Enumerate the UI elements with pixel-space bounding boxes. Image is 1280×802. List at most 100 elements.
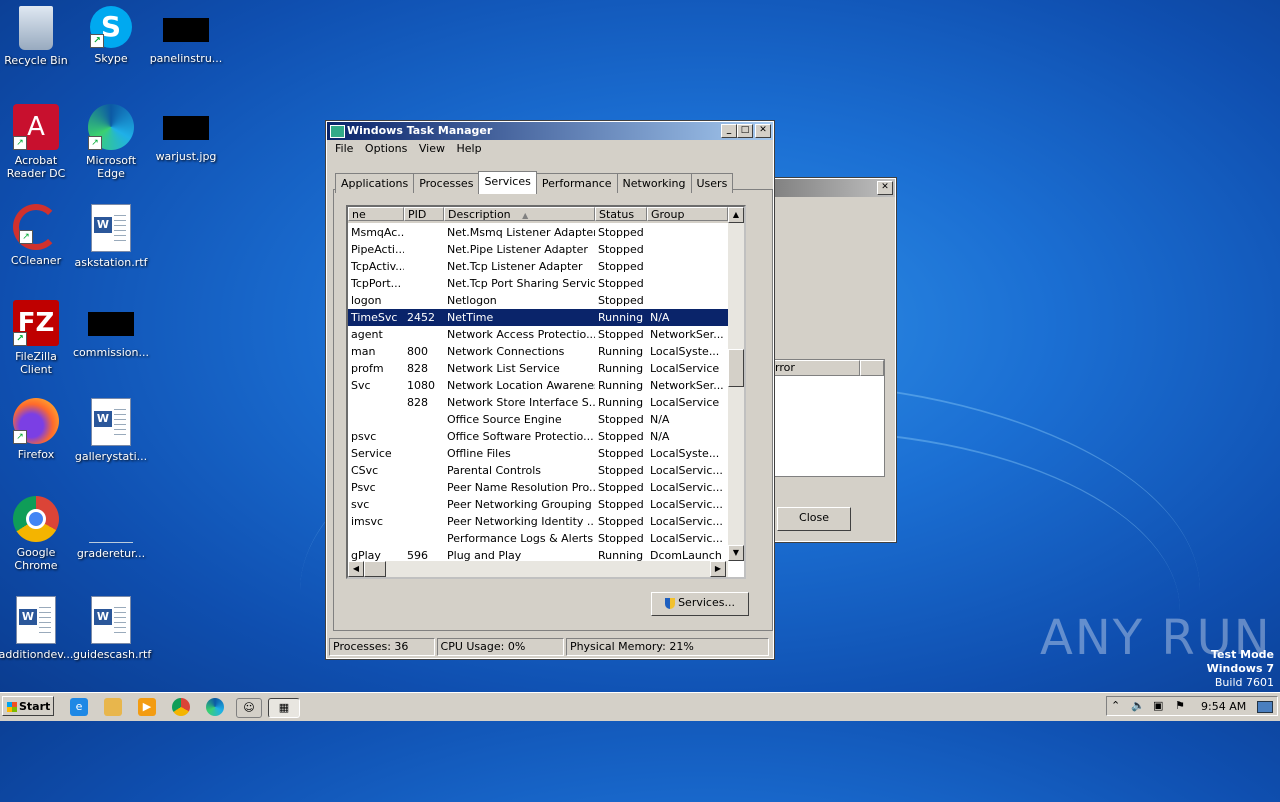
table-row[interactable]: TimeSvc 2452 NetTime Running N/A [348,309,728,326]
menu-view[interactable]: View [419,142,445,155]
table-row[interactable]: PipeActi... Net.Pipe Listener Adapter Stop… [348,241,728,258]
table-row[interactable]: MsmqAc... Net.Msmq Listener Adapter Stoppe… [348,224,728,241]
table-row[interactable]: Office Source Engine Stopped N/A [348,411,728,428]
table-row[interactable]: CSvc Parental Controls Stopped LocalServic.… [348,462,728,479]
scroll-thumb[interactable] [728,349,744,387]
table-row[interactable]: Psvc Peer Name Resolution Pro... Stopped Lo… [348,479,728,496]
close-dialog-button[interactable]: Close [777,507,851,531]
edge-taskbar-icon[interactable] [206,698,224,716]
task-manager-taskbar-button[interactable]: ▦ [268,698,300,718]
task-manager-titlebar[interactable]: Windows Task Manager _ □ ✕ [327,122,773,140]
table-row[interactable]: Svc 1080 Network Location Awareness Running… [348,377,728,394]
cell-service-name: man [351,345,376,358]
tab-performance[interactable]: Performance [535,173,618,193]
menu-options[interactable]: Options [365,142,407,155]
desktop-icon-filezilla[interactable]: FZ ↗ FileZilla Client [0,300,74,376]
cell-service-name [348,394,404,411]
cell-description: Peer Networking Grouping [447,498,592,511]
desktop-icon-gallerystati[interactable]: W gallerystati... [73,398,149,463]
menu-file[interactable]: File [335,142,353,155]
tab-processes[interactable]: Processes [413,173,480,193]
menu-help[interactable]: Help [456,142,481,155]
table-row[interactable]: Performance Logs & Alerts Stopped LocalSer… [348,530,728,547]
column-header-status[interactable]: Status [595,207,647,221]
column-header-group[interactable]: Group [647,207,728,221]
table-row[interactable]: psvc Office Software Protectio... Stopped N… [348,428,728,445]
close-button[interactable]: ✕ [877,181,893,195]
tab-applications[interactable]: Applications [335,173,415,193]
explorer-icon[interactable] [104,698,122,716]
cell-group: LocalServic... [650,532,723,545]
desktop-icon-warjust[interactable]: warjust.jpg [148,104,224,163]
column-header-error[interactable]: rror [772,360,860,376]
volume-icon[interactable]: 🔈 [1131,699,1145,712]
column-header-description[interactable]: Description ▲ [444,207,595,221]
scroll-up-button[interactable]: ▲ [728,207,744,223]
minimize-button[interactable]: _ [721,124,737,138]
media-player-icon[interactable]: ▶ [138,698,156,716]
scroll-down-button[interactable]: ▼ [728,545,744,561]
cell-status: Running [598,396,644,409]
tab-networking[interactable]: Networking [616,173,692,193]
ie-icon[interactable]: e [70,698,88,716]
column-header-name[interactable]: ne [348,207,404,221]
table-row[interactable]: TcpActiv... Net.Tcp Listener Adapter Stopp… [348,258,728,275]
network-icon[interactable]: ▣ [1153,699,1163,712]
desktop-icon-acrobat[interactable]: A ↗ Acrobat Reader DC [0,104,74,180]
table-row[interactable]: svc Peer Networking Grouping Stopped LocalS… [348,496,728,513]
desktop-icon-edge[interactable]: ↗ Microsoft Edge [73,104,149,180]
tray-expand-icon[interactable]: ⌃ [1111,699,1120,712]
tab-users[interactable]: Users [690,173,734,193]
cell-status: Stopped [598,226,644,239]
services-list: ne PID Description ▲ Status Group MsmqAc… [346,205,746,579]
desktop-icon-commission[interactable]: commission... [73,300,149,359]
desktop-icon-guidescash[interactable]: W guidescash.rtf [73,596,151,661]
horizontal-scrollbar[interactable]: ◀ ▶ [348,561,728,577]
menu-bar: File Options View Help [327,140,773,158]
table-row[interactable]: profm 828 Network List Service Running Local… [348,360,728,377]
close-button[interactable]: ✕ [755,124,771,138]
desktop-icon-skype[interactable]: S ↗ Skype [73,6,149,65]
vertical-scrollbar[interactable]: ▲ ▼ [728,207,744,561]
table-row[interactable]: Service Offline Files Stopped LocalSyste... [348,445,728,462]
status-bar: Processes: 36 CPU Usage: 0% Physical Mem… [329,638,771,656]
scroll-left-button[interactable]: ◀ [348,561,364,577]
app-taskbar-icon[interactable]: ☺ [236,698,262,718]
table-row[interactable]: man 800 Network Connections Running LocalSys… [348,343,728,360]
cell-description: Performance Logs & Alerts [447,532,594,545]
table-row[interactable]: TcpPort... Net.Tcp Port Sharing Service St… [348,275,728,292]
scroll-thumb-horizontal[interactable] [364,561,386,577]
cell-group: LocalService [650,362,720,375]
action-center-flag-icon[interactable]: ⚑ [1175,699,1185,712]
desktop-icon-graderetur[interactable]: graderetur... [73,496,149,560]
cell-pid [404,241,444,258]
word-document-icon: W [16,596,56,644]
dialog-list: rror [771,359,885,477]
skype-icon: S ↗ [90,6,132,48]
desktop-icon-chrome[interactable]: Google Chrome [0,496,74,572]
desktop-icon-firefox[interactable]: ↗ Firefox [0,398,74,461]
desktop-icon-additiondev[interactable]: W additiondev... [0,596,74,661]
table-row[interactable]: imsvc Peer Networking Identity ... Stopped… [348,513,728,530]
list-header: ne PID Description ▲ Status Group [348,207,728,223]
table-row[interactable]: 828 Network Store Interface S... Running Lo… [348,394,728,411]
maximize-button[interactable]: □ [737,124,753,138]
clock[interactable]: 9:54 AM [1201,700,1246,713]
cell-description: Offline Files [447,447,511,460]
table-row[interactable]: agent Network Access Protectio... Stopped N… [348,326,728,343]
desktop-icon-panelinstru[interactable]: panelinstru... [148,6,224,65]
word-document-icon: W [91,398,131,446]
chrome-taskbar-icon[interactable] [172,698,190,716]
scroll-right-button[interactable]: ▶ [710,561,726,577]
table-row[interactable]: logon Netlogon Stopped [348,292,728,309]
tab-services[interactable]: Services [478,171,537,194]
column-header-pid[interactable]: PID [404,207,444,221]
cell-status: Stopped [598,277,644,290]
services-button[interactable]: Services... [651,592,749,616]
start-button[interactable]: Start [2,696,54,716]
desktop-icon-recycle-bin[interactable]: Recycle Bin [0,6,74,67]
desktop-icon-askstation[interactable]: W askstation.rtf [73,204,149,269]
cell-status: Stopped [598,515,644,528]
desktop-icon-ccleaner[interactable]: ↗ CCleaner [0,204,74,267]
show-desktop-icon[interactable] [1257,701,1273,713]
